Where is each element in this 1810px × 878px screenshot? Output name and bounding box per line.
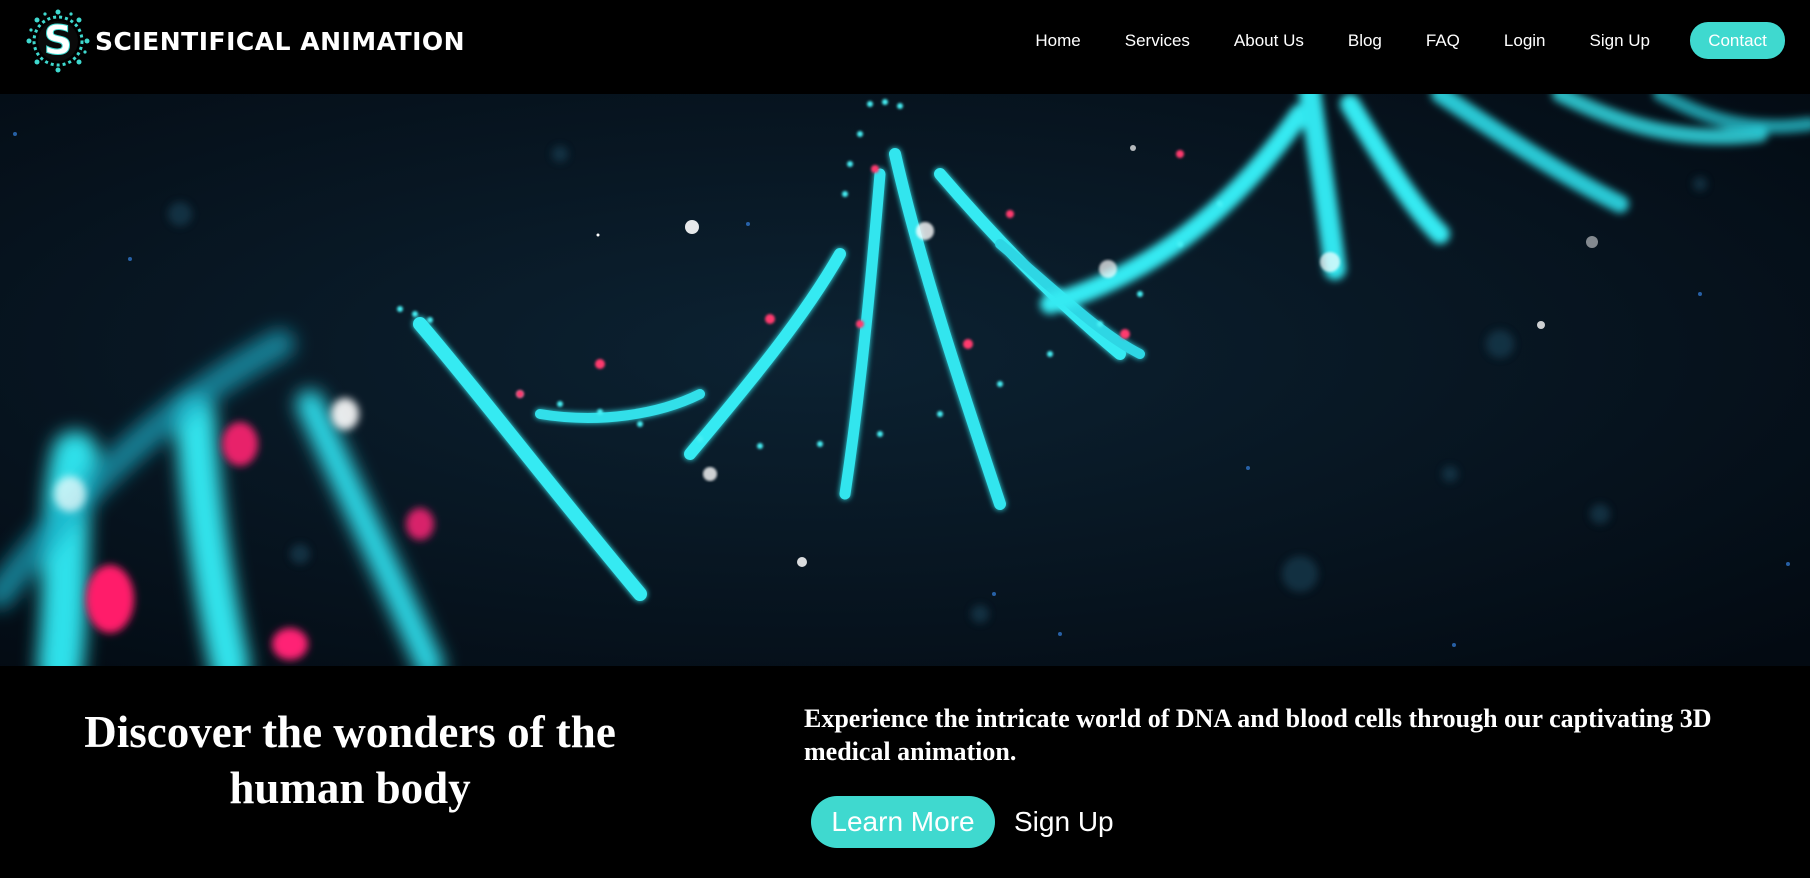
brand-name: SCIENTIFICAL ANIMATION — [95, 26, 466, 56]
logo-letter: S — [44, 18, 73, 64]
nav-sign-up[interactable]: Sign Up — [1590, 23, 1650, 59]
nav-about-us[interactable]: About Us — [1234, 23, 1304, 59]
nav-home[interactable]: Home — [1035, 23, 1080, 59]
brand-logo[interactable]: S SCIENTIFICAL ANIMATION — [25, 8, 465, 74]
virus-s-logo-icon: S — [26, 9, 90, 73]
hero-banner — [0, 94, 1810, 666]
sign-up-link[interactable]: Sign Up — [1014, 796, 1114, 848]
contact-button[interactable]: Contact — [1690, 22, 1785, 59]
hero-subtext: Experience the intricate world of DNA an… — [804, 704, 1712, 766]
dna-double-helix-image — [0, 94, 1810, 666]
intro-section: Discover the wonders of the human body E… — [0, 666, 1810, 878]
site-header: S SCIENTIFICAL ANIMATION Home Services A… — [0, 0, 1810, 94]
nav-faq[interactable]: FAQ — [1426, 23, 1460, 59]
hero-headline: Discover the wonders of the human body — [84, 707, 616, 813]
main-nav: Home Services About Us Blog FAQ Login Si… — [1035, 22, 1785, 59]
nav-blog[interactable]: Blog — [1348, 23, 1382, 59]
nav-login[interactable]: Login — [1504, 23, 1546, 59]
learn-more-button[interactable]: Learn More — [811, 796, 995, 848]
nav-services[interactable]: Services — [1125, 23, 1190, 59]
